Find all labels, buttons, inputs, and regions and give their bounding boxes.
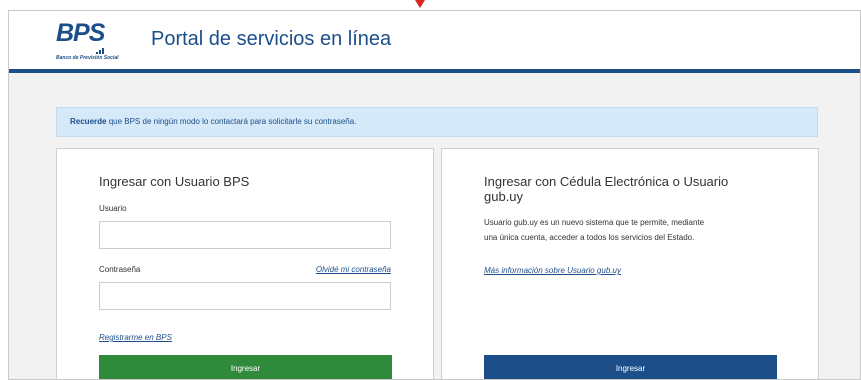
gubuy-login-button[interactable]: Ingresar	[484, 355, 777, 379]
user-input[interactable]	[99, 221, 391, 249]
header-divider	[9, 69, 860, 73]
gubuy-description-line1: Usuario gub.uy es un nuevo sistema que t…	[484, 218, 705, 227]
user-label: Usuario	[99, 204, 127, 213]
notice-text: que BPS de ningún modo lo contactará par…	[106, 117, 357, 126]
logo-bars-icon	[96, 48, 110, 54]
gubuy-more-info-link[interactable]: Más información sobre Usuario gub.uy	[484, 266, 621, 275]
logo-subtitle: Banco de Previsión Social	[56, 55, 119, 61]
site-header: BPS Banco de Previsión Social Portal de …	[9, 11, 860, 69]
bps-login-title: Ingresar con Usuario BPS	[99, 174, 250, 189]
top-marker-icon	[415, 0, 425, 8]
gubuy-login-title-line1: Ingresar con Cédula Electrónica o Usuari…	[484, 174, 729, 189]
password-label: Contraseña	[99, 265, 141, 274]
bps-login-panel: Ingresar con Usuario BPS Usuario Contras…	[56, 148, 434, 379]
bps-logo[interactable]: BPS Banco de Previsión Social	[56, 19, 119, 62]
browser-frame: BPS Banco de Previsión Social Portal de …	[8, 10, 861, 380]
logo-text: BPS	[56, 19, 105, 47]
gubuy-login-panel: Ingresar con Cédula Electrónica o Usuari…	[441, 148, 819, 379]
bps-login-button[interactable]: Ingresar	[99, 355, 392, 379]
gubuy-description-line2: una única cuenta, acceder a todos los se…	[484, 233, 695, 242]
page-title: Portal de servicios en línea	[151, 28, 392, 50]
password-input[interactable]	[99, 282, 391, 310]
gubuy-login-title-line2: gub.uy	[484, 189, 524, 204]
security-notice: Recuerde que BPS de ningún modo lo conta…	[56, 107, 818, 137]
forgot-password-link[interactable]: Olvidé mi contraseña	[316, 265, 391, 274]
register-link[interactable]: Registrarme en BPS	[99, 333, 172, 342]
notice-emphasis: Recuerde	[70, 117, 107, 126]
